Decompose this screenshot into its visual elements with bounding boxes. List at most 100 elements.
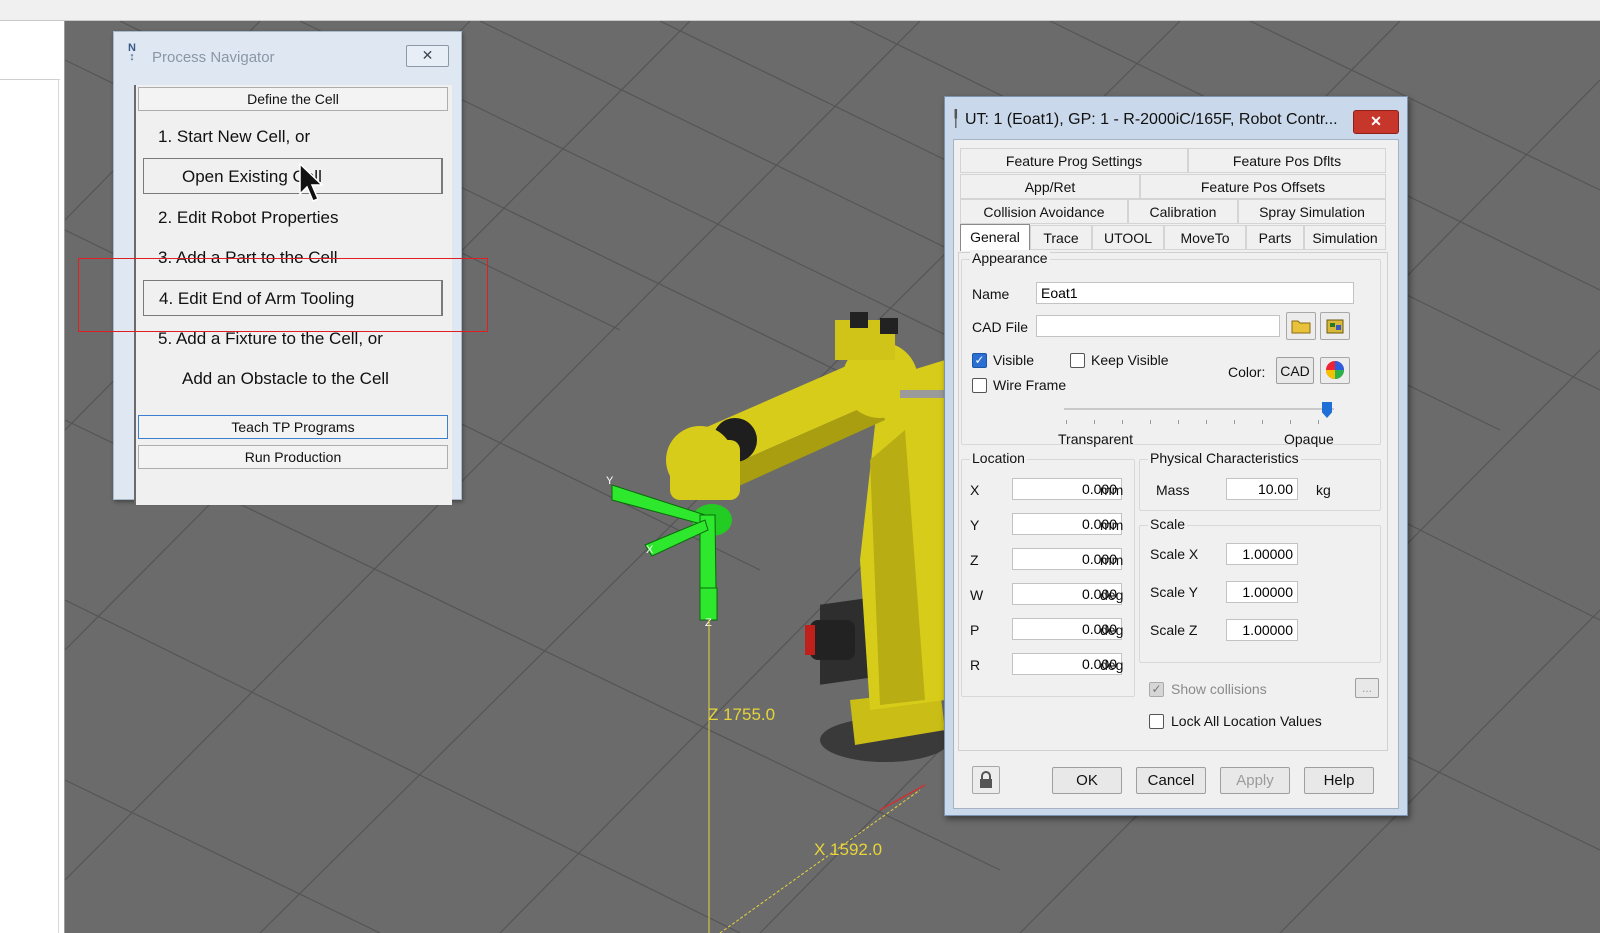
color-label: Color: [1228, 364, 1266, 380]
tab-moveto[interactable]: MoveTo [1164, 225, 1246, 250]
keep-visible-checkbox[interactable] [1070, 353, 1085, 368]
cancel-button[interactable]: Cancel [1136, 767, 1206, 794]
transparent-label: Transparent [1058, 431, 1133, 447]
physical-group-label: Physical Characteristics [1148, 450, 1301, 466]
step-edit-robot-properties[interactable]: 2. Edit Robot Properties [158, 200, 338, 236]
step-add-obstacle[interactable]: Add an Obstacle to the Cell [182, 361, 389, 397]
tab-feature-pos-dflts[interactable]: Feature Pos Dflts [1188, 148, 1386, 173]
slider-tick [1066, 420, 1067, 424]
slider-tick [1094, 420, 1095, 424]
process-navigator-titlebar[interactable]: N ↕ Process Navigator ✕ [114, 32, 461, 78]
dialog-body: Feature Prog Settings Feature Pos Dflts … [953, 139, 1399, 809]
wire-frame-checkbox[interactable] [972, 378, 987, 393]
location-unit-label: mm [1100, 552, 1124, 568]
teach-tp-programs-button[interactable]: Teach TP Programs [138, 415, 448, 439]
mass-input[interactable] [1226, 478, 1298, 500]
tab-feature-pos-offsets[interactable]: Feature Pos Offsets [1140, 174, 1386, 199]
wire-frame-label: Wire Frame [993, 377, 1067, 393]
tab-general[interactable]: General [960, 224, 1030, 251]
tab-app-ret[interactable]: App/Ret [960, 174, 1140, 199]
color-wheel-icon [1326, 361, 1344, 379]
scale-x-label: Scale X [1150, 546, 1199, 562]
mass-label: Mass [1156, 482, 1190, 498]
tab-parts[interactable]: Parts [1246, 225, 1304, 250]
location-group: Location X mm Y mm Z mm W deg P deg R de… [961, 450, 1135, 697]
dialog-title: UT: 1 (Eoat1), GP: 1 - R-2000iC/165F, Ro… [965, 111, 1338, 128]
scale-x-input[interactable] [1226, 543, 1298, 565]
mass-unit-label: kg [1316, 482, 1331, 498]
scale-z-label: Scale Z [1150, 622, 1198, 638]
cad-file-input[interactable] [1036, 315, 1280, 337]
appearance-group: Appearance Name CAD File ✓ Visible Keep … [961, 250, 1381, 447]
location-group-label: Location [970, 450, 1027, 466]
tab-feature-prog-settings[interactable]: Feature Prog Settings [960, 148, 1188, 173]
location-axis-label: W [970, 587, 984, 603]
run-production-button[interactable]: Run Production [138, 445, 448, 469]
pane-edge [58, 79, 59, 933]
help-button[interactable]: Help [1304, 767, 1374, 794]
tab-simulation[interactable]: Simulation [1304, 225, 1386, 250]
opaque-label: Opaque [1284, 431, 1334, 447]
highlight-box [78, 258, 488, 332]
location-unit-label: deg [1100, 587, 1124, 603]
name-label: Name [972, 286, 1010, 302]
slider-tick [1122, 420, 1123, 424]
tool-properties-dialog: ╿ UT: 1 (Eoat1), GP: 1 - R-2000iC/165F, … [944, 96, 1408, 816]
tool-axis-y: Y [606, 475, 614, 487]
slider-tick [1262, 420, 1263, 424]
tab-trace[interactable]: Trace [1030, 225, 1092, 250]
lock-all-location-label: Lock All Location Values [1171, 713, 1322, 729]
application-top-bar [0, 0, 1600, 21]
slider-tick [1290, 420, 1291, 424]
cad-library-button[interactable] [1320, 312, 1350, 340]
scale-z-input[interactable] [1226, 619, 1298, 641]
navigator-icon: N ↕ [128, 42, 136, 63]
color-picker-button[interactable] [1320, 357, 1350, 384]
pane-divider [0, 79, 60, 80]
tab-spray-simulation[interactable]: Spray Simulation [1238, 199, 1386, 224]
define-cell-button[interactable]: Define the Cell [138, 87, 448, 111]
tab-utool[interactable]: UTOOL [1092, 225, 1164, 250]
show-collisions-label: Show collisions [1171, 681, 1267, 697]
keep-visible-label: Keep Visible [1091, 352, 1169, 368]
visible-checkbox[interactable]: ✓ [972, 353, 987, 368]
step-open-existing-cell[interactable]: Open Existing Cell [143, 158, 443, 194]
left-tree-pane [0, 21, 65, 933]
location-axis-label: R [970, 657, 981, 673]
process-navigator-title: Process Navigator [152, 49, 275, 66]
location-axis-label: P [970, 622, 980, 638]
physical-characteristics-group: Physical Characteristics Mass kg [1139, 450, 1381, 511]
open-folder-button[interactable] [1286, 312, 1316, 340]
collision-options-button[interactable]: ... [1355, 678, 1379, 698]
scale-group: Scale Scale X Scale Y Scale Z [1139, 516, 1381, 663]
x-dimension-label: X 1592.0 [814, 840, 882, 859]
slider-tick [1318, 420, 1319, 424]
slider-tick [1234, 420, 1235, 424]
ok-button[interactable]: OK [1052, 767, 1122, 794]
close-button[interactable]: ✕ [406, 45, 449, 67]
location-unit-label: mm [1100, 482, 1124, 498]
apply-button[interactable]: Apply [1220, 767, 1290, 794]
opacity-slider-thumb[interactable] [1322, 402, 1332, 418]
tool-icon: ╿ [951, 111, 961, 128]
tab-collision-avoidance[interactable]: Collision Avoidance [960, 199, 1128, 224]
location-unit-label: deg [1100, 657, 1124, 673]
location-axis-label: Y [970, 517, 980, 533]
cad-library-icon [1326, 319, 1344, 334]
location-unit-label: deg [1100, 622, 1124, 638]
scale-group-label: Scale [1148, 516, 1188, 532]
cad-color-button[interactable]: CAD [1276, 357, 1314, 384]
general-tab-panel: Appearance Name CAD File ✓ Visible Keep … [958, 250, 1388, 751]
opacity-slider[interactable] [1064, 408, 1334, 410]
step-start-new-cell[interactable]: 1. Start New Cell, or [158, 119, 310, 155]
tab-calibration[interactable]: Calibration [1128, 199, 1238, 224]
name-input[interactable] [1036, 282, 1354, 304]
lock-all-location-checkbox[interactable] [1149, 714, 1164, 729]
location-unit-label: mm [1100, 517, 1124, 533]
lock-icon [980, 771, 992, 788]
close-button[interactable]: ✕ [1353, 110, 1399, 134]
show-collisions-checkbox[interactable]: ✓ [1149, 682, 1164, 697]
location-axis-label: X [970, 482, 980, 498]
lock-button[interactable] [972, 766, 1000, 794]
scale-y-input[interactable] [1226, 581, 1298, 603]
